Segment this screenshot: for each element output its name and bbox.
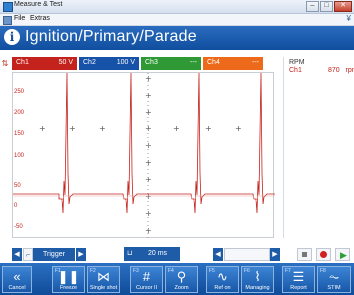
swap-channels-icon[interactable]: ⇅ (0, 57, 10, 70)
stim-button[interactable]: F8 ⏦ STIM (317, 266, 351, 293)
channel-name: Ch4 (207, 59, 220, 66)
y-tick-label: 50 (14, 183, 21, 189)
play-icon: ▶ (340, 250, 347, 260)
app-icon (3, 2, 13, 12)
channel-bar: Ch1 50 V Ch2 100 V Ch3 --- Ch4 --- (12, 57, 268, 70)
report-icon: ☰ (292, 269, 305, 284)
managing-button[interactable]: F6 ⌇ Managing (241, 266, 274, 293)
timebase-control[interactable]: ⊔ 20 ms (124, 247, 180, 261)
menu-app-icon (3, 16, 12, 25)
cursor-button[interactable]: F3 # Cursor II (130, 266, 163, 293)
minimize-button[interactable]: – (306, 1, 319, 12)
fkey-label: Cursor II (135, 285, 158, 291)
readout-label: RPM (289, 59, 305, 66)
single-shot-icon: ⋈ (97, 269, 110, 284)
maximize-button[interactable]: □ (320, 1, 333, 12)
cancel-button[interactable]: « Cancel (2, 266, 32, 293)
svg-text:+: + (205, 124, 212, 133)
readout-channel: Ch1 (289, 67, 302, 74)
info-icon[interactable]: i (4, 29, 20, 45)
svg-text:+: + (39, 124, 46, 133)
pause-icon: ❚❚ (57, 269, 80, 284)
fkey-label: Report (290, 285, 307, 291)
fkey-label: STIM (327, 285, 341, 291)
y-tick-label: 100 (14, 153, 25, 159)
window-controls: – □ ✕ (305, 1, 352, 12)
stop-button[interactable] (297, 248, 312, 261)
scroll-left-button[interactable]: ◀ (213, 248, 223, 261)
fkey-label: Ref on (214, 285, 231, 291)
grid-markers: +++ ++++ +++ +++ +++ (39, 74, 242, 235)
stop-icon (302, 252, 307, 257)
channel-name: Ch1 (16, 59, 29, 66)
fkey-label: Single shot (89, 285, 118, 291)
channel-2-button[interactable]: Ch2 100 V (79, 57, 139, 70)
svg-text:+: + (145, 175, 152, 184)
position-field[interactable] (224, 248, 270, 261)
oscilloscope-plot[interactable]: +++ ++++ +++ +++ +++ 250 200 150 100 50 … (12, 72, 275, 239)
collapse-chevron-icon[interactable]: ¥ (347, 14, 351, 23)
trigger-prev-button[interactable]: ◀ (12, 248, 22, 261)
y-tick-label: 150 (14, 131, 25, 137)
channel-scale: --- (252, 59, 259, 66)
y-tick-label: -50 (14, 224, 23, 230)
svg-text:+: + (173, 124, 180, 133)
timebase-value: 20 ms (148, 250, 168, 257)
stim-icon: ⏦ (328, 269, 340, 284)
ch1-waveform (13, 73, 275, 214)
managing-icon: ⌇ (254, 269, 261, 284)
page-title: Ignition/Primary/Parade (25, 28, 197, 45)
zoom-button[interactable]: F4 ⚲ Zoom (165, 266, 198, 293)
play-button[interactable]: ▶ (335, 248, 350, 261)
y-tick-label: 200 (14, 110, 25, 116)
channel-4-button[interactable]: Ch4 --- (203, 57, 263, 70)
zoom-icon: ⚲ (176, 269, 187, 284)
scroll-right-button[interactable]: ▶ (270, 248, 280, 261)
cursor-icon: # (142, 269, 151, 284)
trigger-next-button[interactable]: ▶ (76, 248, 86, 261)
cancel-icon: « (13, 269, 21, 284)
readout-value: 870 rpm (328, 67, 354, 74)
timebase-icon: ⊔ (127, 250, 133, 257)
channel-3-button[interactable]: Ch3 --- (141, 57, 201, 70)
fkey-label: Cancel (8, 285, 26, 291)
record-button[interactable] (316, 248, 331, 261)
channel-name: Ch2 (83, 59, 96, 66)
channel-scale: 100 V (116, 59, 135, 66)
trigger-slope-icon[interactable]: ⌐ (23, 248, 33, 261)
waveform-svg: +++ ++++ +++ +++ +++ (13, 73, 275, 239)
window-title: Measure & Test (14, 1, 63, 8)
readout-panel: RPM Ch1 870 rpm (283, 57, 354, 238)
ch1-waveform-shadow (13, 195, 275, 202)
fkey-label: Managing (245, 285, 270, 291)
ref-on-button[interactable]: F5 ∿ Ref on (206, 266, 239, 293)
menu-extras[interactable]: Extras (30, 15, 50, 22)
trigger-label[interactable]: Trigger (33, 248, 75, 261)
y-tick-label: 0 (14, 203, 18, 209)
fkey-label: Freeze (59, 285, 78, 291)
window-titlebar: Measure & Test – □ ✕ (0, 0, 354, 14)
menu-file[interactable]: File (14, 15, 25, 22)
page-header: i Ignition/Primary/Parade (0, 26, 354, 50)
fkey-label: Zoom (174, 285, 189, 291)
close-button[interactable]: ✕ (334, 1, 352, 12)
freeze-button[interactable]: F1 ❚❚ Freeze (52, 266, 85, 293)
channel-1-button[interactable]: Ch1 50 V (12, 57, 77, 70)
y-tick-label: 250 (14, 89, 25, 95)
svg-text:+: + (235, 124, 242, 133)
report-button[interactable]: F7 ☰ Report (282, 266, 315, 293)
menu-bar: File Extras ¥ (0, 14, 354, 26)
reference-icon: ∿ (217, 269, 228, 284)
single-shot-button[interactable]: F2 ⋈ Single shot (87, 266, 120, 293)
channel-scale: 50 V (58, 59, 73, 66)
svg-text:+: + (99, 124, 106, 133)
channel-name: Ch3 (145, 59, 158, 66)
channel-scale: --- (190, 59, 197, 66)
record-icon (320, 251, 327, 258)
svg-text:+: + (145, 91, 152, 100)
svg-text:+: + (69, 124, 76, 133)
